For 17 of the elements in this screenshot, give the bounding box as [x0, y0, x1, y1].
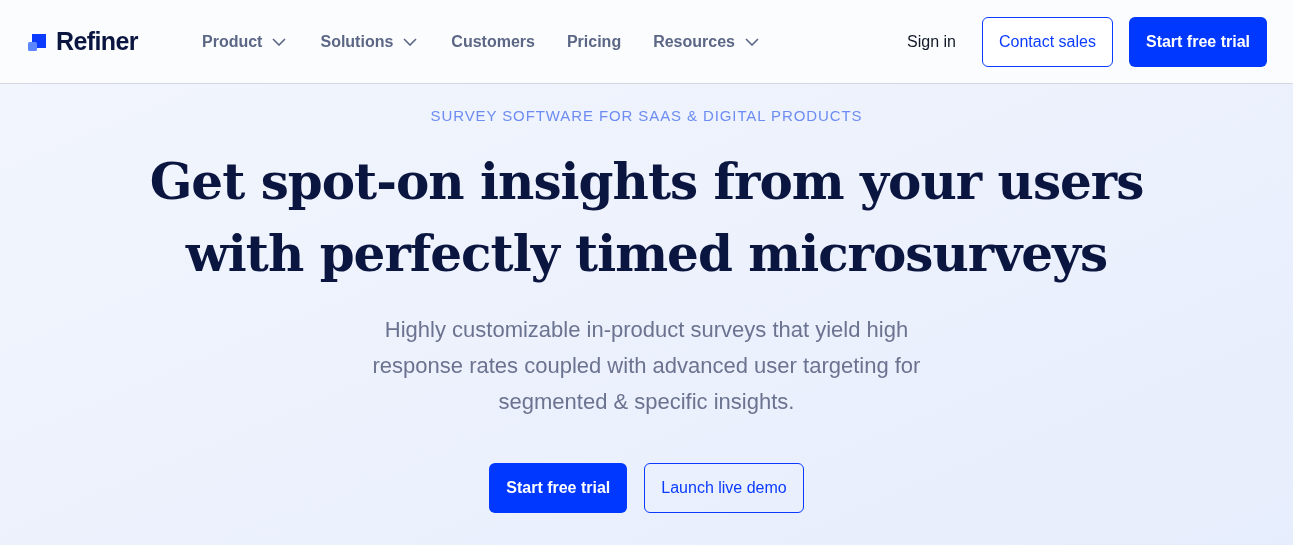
- nav-link[interactable]: Product: [202, 29, 287, 54]
- chevron-down-icon: [272, 37, 287, 46]
- nav-link[interactable]: Resources: [653, 29, 759, 54]
- contact-button[interactable]: Contact sales: [982, 16, 1113, 67]
- hero-heading: Get spot-on insights from your users with perfectly timed microsurveys: [149, 150, 1144, 285]
- hero-subtitle: Highly customizable in-product surveys that yield high response rates coupled with advanced user targeting for segmented & specific insights.: [372, 315, 921, 416]
- nav-link[interactable]: Pricing: [566, 29, 622, 54]
- demo-button[interactable]: Launch live demo: [644, 462, 804, 513]
- chevron-down-icon: [403, 37, 418, 46]
- nav-link[interactable]: Solutions: [320, 29, 418, 54]
- nav-link[interactable]: Customers: [451, 29, 535, 54]
- start-trial-button[interactable]: Start free trial: [1128, 16, 1267, 67]
- sign-in-link[interactable]: Sign in: [897, 29, 966, 54]
- brand-name: Refiner: [56, 25, 138, 57]
- eyebrow-text: SURVEY SOFTWARE FOR SAAS & DIGITAL PRODUCTS: [430, 106, 863, 126]
- start-trial-button[interactable]: Start free trial: [489, 462, 628, 513]
- chevron-down-icon: [745, 37, 759, 46]
